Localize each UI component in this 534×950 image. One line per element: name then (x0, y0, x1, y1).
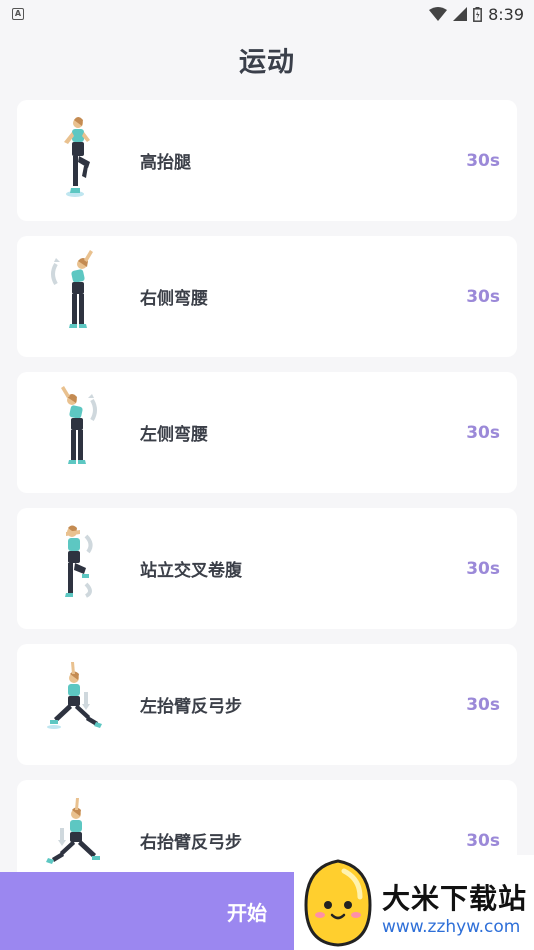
signal-icon (453, 7, 468, 21)
exercise-item-right-side-bend[interactable]: 右侧弯腰 30s (17, 236, 517, 357)
exercise-name: 右侧弯腰 (140, 289, 208, 309)
accessibility-a-icon: A (12, 8, 24, 20)
exercise-item-left-reverse-lunge[interactable]: 左抬臂反弓步 30s (17, 644, 517, 765)
exercise-item-standing-cross-crunch[interactable]: 站立交叉卷腹 30s (17, 508, 517, 629)
exercise-name: 左侧弯腰 (140, 425, 208, 445)
exercise-name: 高抬腿 (140, 153, 191, 173)
high-knee-figure (17, 100, 137, 221)
right-side-bend-figure (17, 236, 137, 357)
exercise-name: 右抬臂反弓步 (140, 833, 242, 853)
exercise-item-high-knee[interactable]: 高抬腿 30s (17, 100, 517, 221)
exercise-list-screen: A 8:39 运动 高抬腿 30s 右侧弯腰 30s 左侧弯腰 30s 站立交叉… (0, 0, 534, 950)
left-reverse-lunge-figure (17, 644, 137, 765)
exercise-duration: 30s (466, 422, 500, 443)
start-button-label: 开始 (227, 900, 267, 925)
wifi-icon (429, 7, 448, 21)
exercise-duration: 30s (466, 150, 500, 171)
exercise-duration: 30s (466, 830, 500, 851)
status-time: 8:39 (488, 4, 524, 24)
exercise-item-left-side-bend[interactable]: 左侧弯腰 30s (17, 372, 517, 493)
exercise-duration: 30s (466, 558, 500, 579)
status-bar: A 8:39 (0, 0, 534, 28)
exercise-duration: 30s (466, 286, 500, 307)
watermark-text: 大米下载站 (382, 882, 528, 915)
exercise-name: 左抬臂反弓步 (140, 697, 242, 717)
exercise-duration: 30s (466, 694, 500, 715)
watermark-url: www.zzhyw.com (382, 917, 521, 937)
battery-icon (473, 6, 483, 22)
page-title: 运动 (239, 47, 295, 78)
watermark: 大米下载站 www.zzhyw.com (294, 855, 534, 950)
rice-mascot-logo (304, 859, 372, 947)
left-side-bend-figure (17, 372, 137, 493)
exercise-list: 高抬腿 30s 右侧弯腰 30s 左侧弯腰 30s 站立交叉卷腹 30s 左抬臂… (17, 100, 517, 916)
standing-cross-crunch-figure (17, 508, 137, 629)
exercise-name: 站立交叉卷腹 (140, 561, 242, 581)
